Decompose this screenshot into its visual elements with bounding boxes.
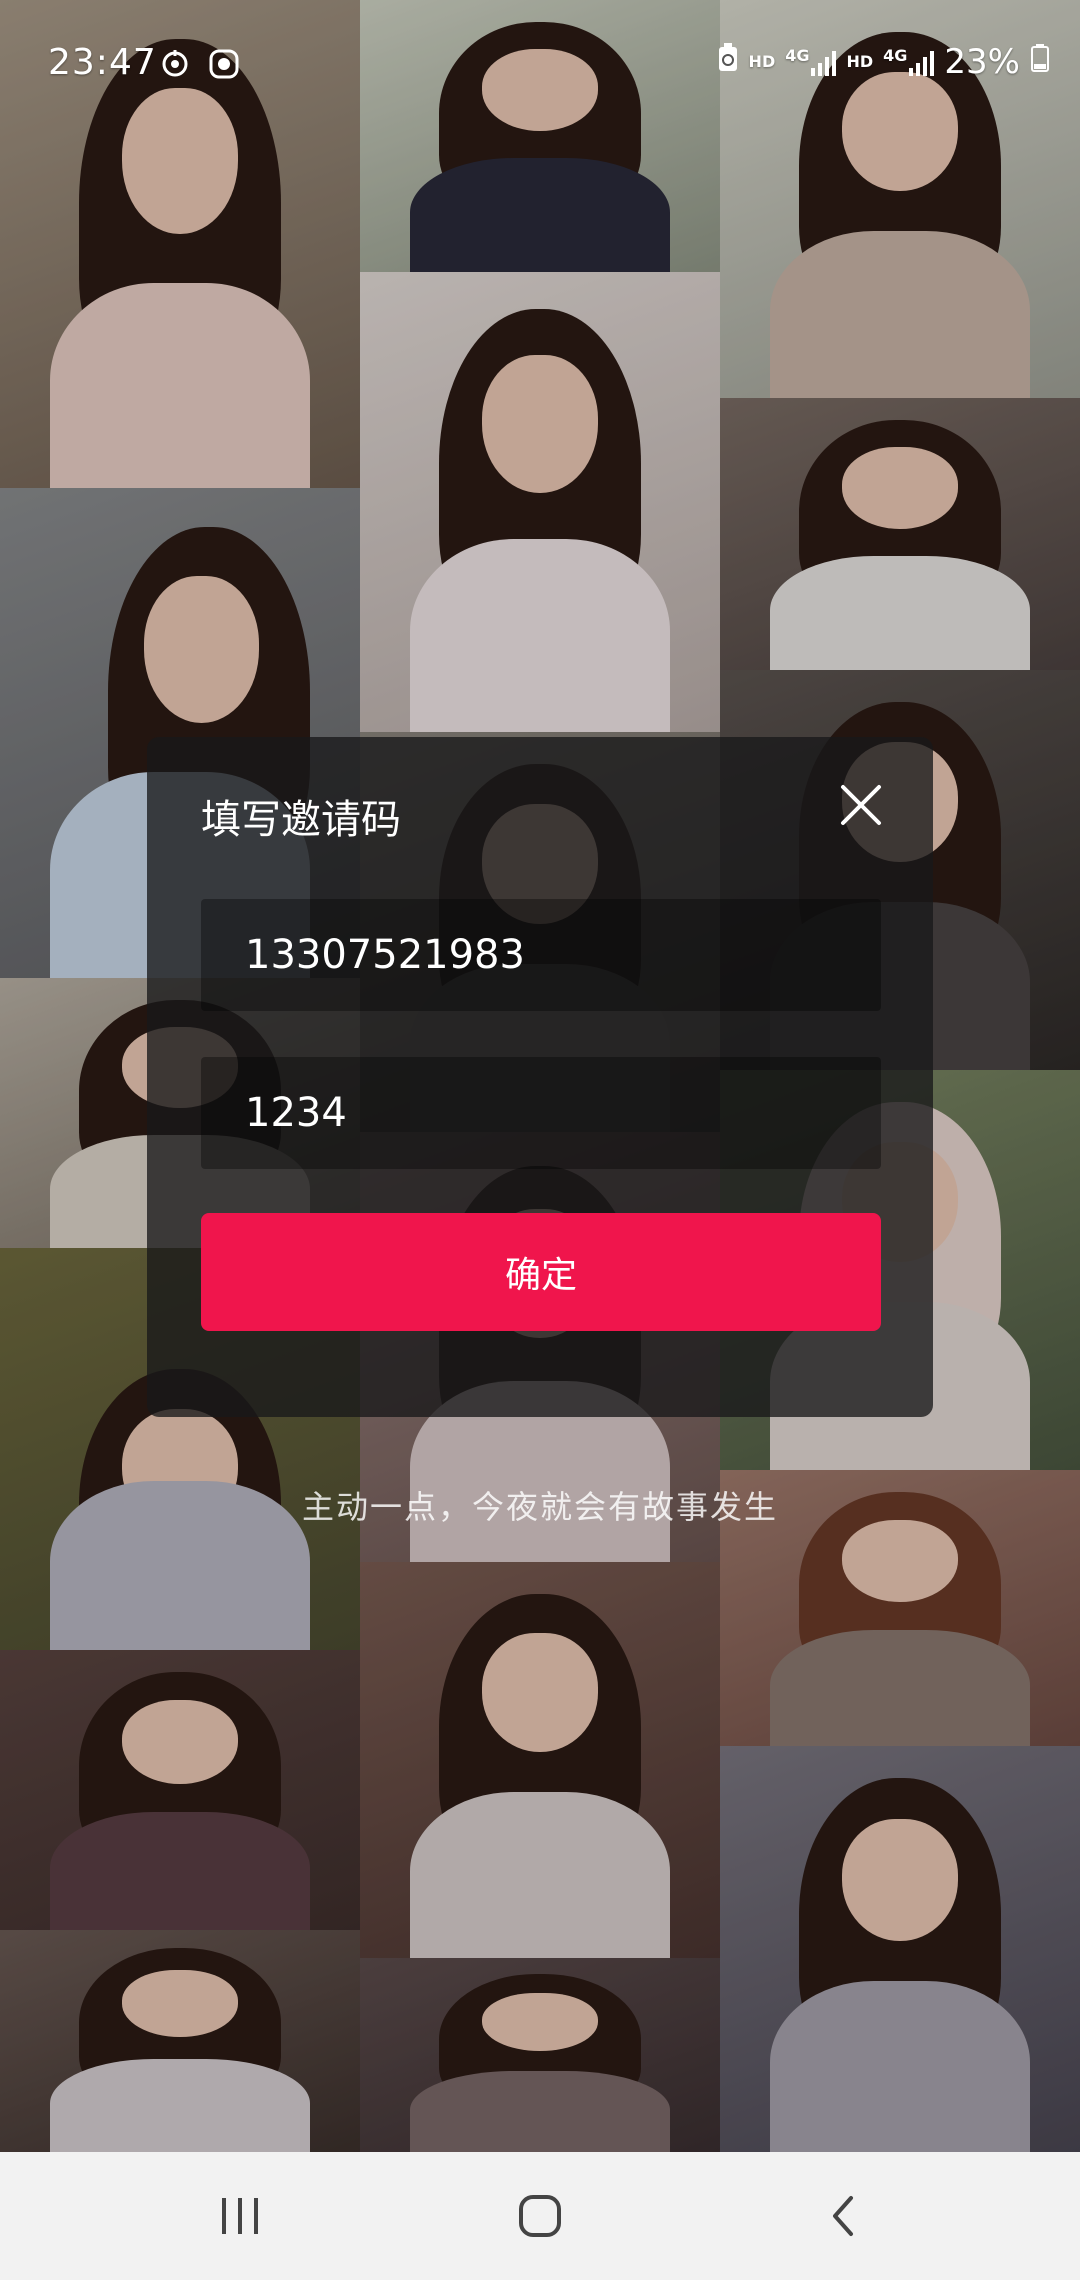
signal-icon-1: 4G — [785, 46, 837, 76]
back-icon — [833, 2196, 853, 2236]
battery-saver-icon — [717, 42, 739, 82]
home-icon — [519, 2195, 561, 2237]
home-button[interactable] — [508, 2184, 572, 2248]
signal-bars-icon — [811, 48, 837, 76]
signal-bars-icon — [909, 48, 935, 76]
back-button[interactable] — [810, 2184, 874, 2248]
invite-code-dialog: 填写邀请码 确定 — [147, 737, 933, 1417]
recent-apps-button[interactable] — [208, 2184, 272, 2248]
status-time: 23:47 — [48, 42, 157, 83]
invite-code-input[interactable] — [243, 1089, 881, 1137]
phone-input[interactable] — [243, 931, 881, 979]
confirm-button[interactable]: 确定 — [201, 1213, 881, 1331]
dialog-title: 填写邀请码 — [201, 797, 401, 843]
close-button[interactable] — [833, 777, 889, 833]
phone-field[interactable] — [201, 899, 881, 1011]
gallery-app-icon — [208, 48, 239, 79]
invite-code-screen: 23:47 HD 4G HD 4G 23% 填写邀请码 13307521983 … — [0, 0, 1080, 2280]
network-label-2: 4G — [883, 46, 908, 65]
recent-apps-icon — [222, 2198, 258, 2234]
status-indicators: HD 4G HD 4G 23% — [717, 42, 1050, 82]
network-label-1: 4G — [785, 46, 810, 65]
battery-percent: 23% — [944, 42, 1020, 82]
status-bar: 23:47 HD 4G HD 4G 23% — [0, 0, 1080, 130]
battery-icon — [1030, 42, 1050, 82]
signal-icon-2: 4G — [883, 46, 935, 76]
tagline-text: 主动一点，今夜就会有故事发生 — [301, 1488, 778, 1526]
sync-app-icon — [160, 48, 190, 78]
navigation-bar — [0, 2152, 1080, 2280]
invite-code-field[interactable] — [201, 1057, 881, 1169]
close-icon — [841, 785, 881, 825]
hd-label-2: HD — [846, 52, 874, 71]
hd-label-1: HD — [748, 52, 776, 71]
